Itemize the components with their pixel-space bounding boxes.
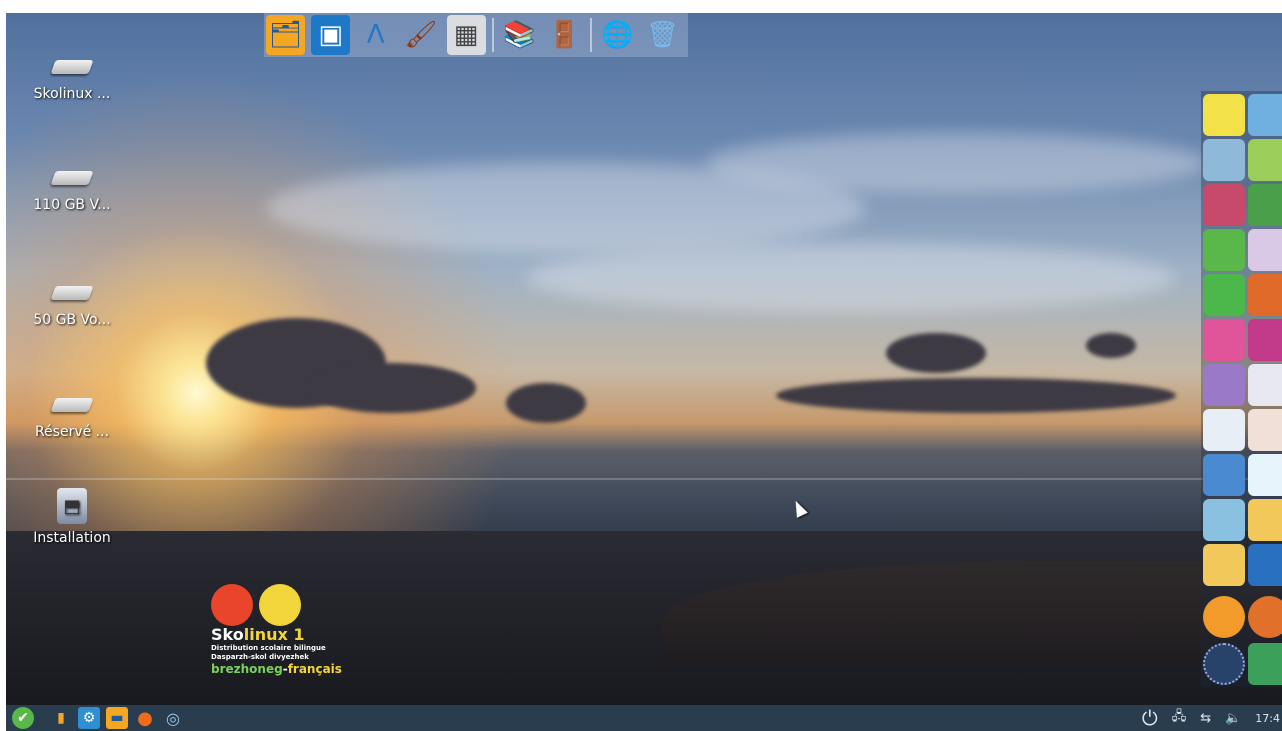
app-tile-icon[interactable] <box>1248 643 1282 685</box>
app-tile-icon[interactable] <box>1248 499 1282 541</box>
exit-door-icon[interactable]: 🚪 <box>545 15 584 55</box>
app-tile-icon[interactable] <box>1203 319 1245 361</box>
desktop-icon-label: 50 GB Vo... <box>33 312 111 328</box>
system-tray: ⏻ 🖧 ⇆ 🔈 17:4 <box>1142 705 1282 731</box>
desktop-wallpaper <box>6 13 1282 731</box>
office-icon[interactable]: ▣ <box>311 15 351 55</box>
books-icon[interactable]: 📚 <box>500 15 539 55</box>
logo-children-image <box>211 580 371 626</box>
browser-icon[interactable]: ◎ <box>162 707 184 729</box>
power-icon[interactable]: ⏻ <box>1142 706 1158 730</box>
logo-title: Skolinux 1 <box>211 625 305 644</box>
drive-icon <box>50 286 94 300</box>
desktop-icon-reserve[interactable]: Réservé ... <box>24 398 120 440</box>
app-tile-icon[interactable] <box>1248 229 1282 271</box>
app-tile-icon[interactable] <box>1248 364 1282 406</box>
app-tile-icon[interactable] <box>1203 274 1245 316</box>
display-icon[interactable]: 🖧 <box>1172 707 1187 729</box>
app-tile-icon[interactable] <box>1248 274 1282 316</box>
desktop-icon-50gb[interactable]: 50 GB Vo... <box>24 286 120 328</box>
app-tile-icon[interactable] <box>1248 139 1282 181</box>
network-icon[interactable]: ⇆ <box>1200 711 1211 726</box>
app-tile-icon[interactable] <box>1203 364 1245 406</box>
dock-separator <box>589 18 592 52</box>
start-menu-icon[interactable]: ✔ <box>12 707 34 729</box>
file-manager-icon[interactable]: 🗂 <box>266 15 306 55</box>
desktop-icon-label: Réservé ... <box>34 424 110 440</box>
taskbar: ✔ ▮ ⚙ ▬ ● ◎ ⏻ 🖧 ⇆ 🔈 17:4 <box>6 705 1282 731</box>
firefox-icon[interactable]: ● <box>134 707 156 729</box>
right-app-dock <box>1201 91 1282 687</box>
trash-icon[interactable]: 🗑 <box>643 15 682 55</box>
desktop-icon-label: Skolinux ... <box>33 86 111 102</box>
calculator-icon[interactable]: ▦ <box>446 15 486 55</box>
volume-muted-icon[interactable]: 🔈 <box>1225 711 1241 726</box>
paint-brush-icon[interactable]: 🖌 <box>401 15 440 55</box>
translate-globe-icon[interactable]: 🌐 <box>598 15 637 55</box>
app-tile-icon[interactable] <box>1248 319 1282 361</box>
logo-tagline-fr: Distribution scolaire bilingue <box>211 644 326 652</box>
app-tile-icon[interactable] <box>1248 94 1282 136</box>
installer-icon: ⬒ <box>57 488 87 524</box>
logo-tagline-br: Dasparzh-skol divyezhek <box>211 653 309 661</box>
app-tile-icon[interactable] <box>1203 409 1245 451</box>
app-tile-icon[interactable] <box>1203 499 1245 541</box>
top-launcher-dock: 🗂 ▣ Λ 🖌 ▦ 📚 🚪 🌐 🗑 <box>264 13 688 57</box>
app-tile-icon[interactable] <box>1203 596 1245 638</box>
app-tile-icon[interactable] <box>1248 454 1282 496</box>
app-tile-icon[interactable] <box>1248 544 1282 586</box>
dock-separator <box>491 18 494 52</box>
app-tile-icon[interactable] <box>1248 409 1282 451</box>
app-tile-icon[interactable] <box>1203 139 1245 181</box>
desktop-icon-110gb[interactable]: 110 GB V... <box>24 171 120 213</box>
vector-draw-icon[interactable]: Λ <box>356 15 395 55</box>
drive-icon <box>50 171 94 185</box>
panel-folder-icon[interactable]: ▮ <box>50 707 72 729</box>
folder-icon[interactable]: ▬ <box>106 707 128 729</box>
app-tile-icon[interactable] <box>1203 94 1245 136</box>
app-tile-icon[interactable] <box>1203 643 1245 685</box>
logo-languages: brezhoneg-français <box>211 662 342 676</box>
desktop-icon-installation[interactable]: ⬒ Installation <box>24 488 120 546</box>
app-tile-icon[interactable] <box>1203 184 1245 226</box>
skolinux-logo: Skolinux 1 Distribution scolaire bilingu… <box>211 580 371 676</box>
app-tile-icon[interactable] <box>1203 544 1245 586</box>
settings-gear-icon[interactable]: ⚙ <box>78 707 100 729</box>
drive-icon <box>50 398 94 412</box>
desktop-icon-skolinux[interactable]: Skolinux ... <box>24 60 120 102</box>
app-tile-icon[interactable] <box>1203 454 1245 496</box>
app-tile-icon[interactable] <box>1248 596 1282 638</box>
app-tile-icon[interactable] <box>1248 184 1282 226</box>
app-tile-icon[interactable] <box>1203 229 1245 271</box>
clock[interactable]: 17:4 <box>1255 712 1280 725</box>
drive-icon <box>50 60 94 74</box>
desktop-icon-label: 110 GB V... <box>33 197 111 213</box>
desktop-icon-label: Installation <box>33 530 111 546</box>
